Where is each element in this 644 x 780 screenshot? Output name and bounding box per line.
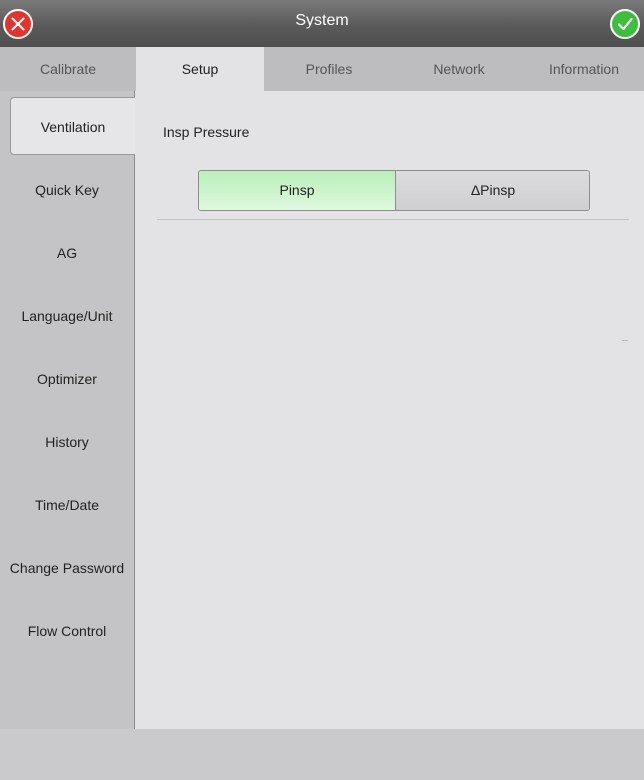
check-circle-icon[interactable] [610,9,640,39]
sidebar: Ventilation Quick Key AG Language/Unit O… [0,91,135,729]
system-setup-screen: System Calibrate Setup Profiles Network … [0,0,644,780]
sidebar-item-time-date[interactable]: Time/Date [0,479,134,531]
option-pinsp[interactable]: Pinsp [199,171,396,210]
sidebar-item-history[interactable]: History [0,416,134,468]
sidebar-item-optimizer[interactable]: Optimizer [0,353,134,405]
settings-content-panel: Insp Pressure Pinsp ΔPinsp [135,91,644,729]
sidebar-item-quick-key[interactable]: Quick Key [0,164,134,216]
tab-setup[interactable]: Setup [136,47,264,91]
insp-pressure-label: Insp Pressure [163,124,250,140]
sidebar-item-ag[interactable]: AG [0,227,134,279]
window-title: System [295,12,349,29]
tab-calibrate[interactable]: Calibrate [0,47,136,91]
option-delta-pinsp[interactable]: ΔPinsp [396,171,589,210]
top-tab-bar: Calibrate Setup Profiles Network Informa… [0,47,644,91]
scroll-indicator [622,340,628,341]
tab-profiles[interactable]: Profiles [264,47,394,91]
sidebar-item-language-unit[interactable]: Language/Unit [0,290,134,342]
tab-network[interactable]: Network [394,47,524,91]
sidebar-item-flow-control[interactable]: Flow Control [0,605,134,657]
sidebar-item-change-password[interactable]: Change Password [0,542,134,594]
section-divider [157,219,629,220]
title-bar: System [0,0,644,47]
bottom-bar [0,729,644,780]
sidebar-item-ventilation[interactable]: Ventilation [10,97,135,155]
insp-pressure-selector: Pinsp ΔPinsp [198,170,590,211]
tab-information[interactable]: Information [524,47,644,91]
